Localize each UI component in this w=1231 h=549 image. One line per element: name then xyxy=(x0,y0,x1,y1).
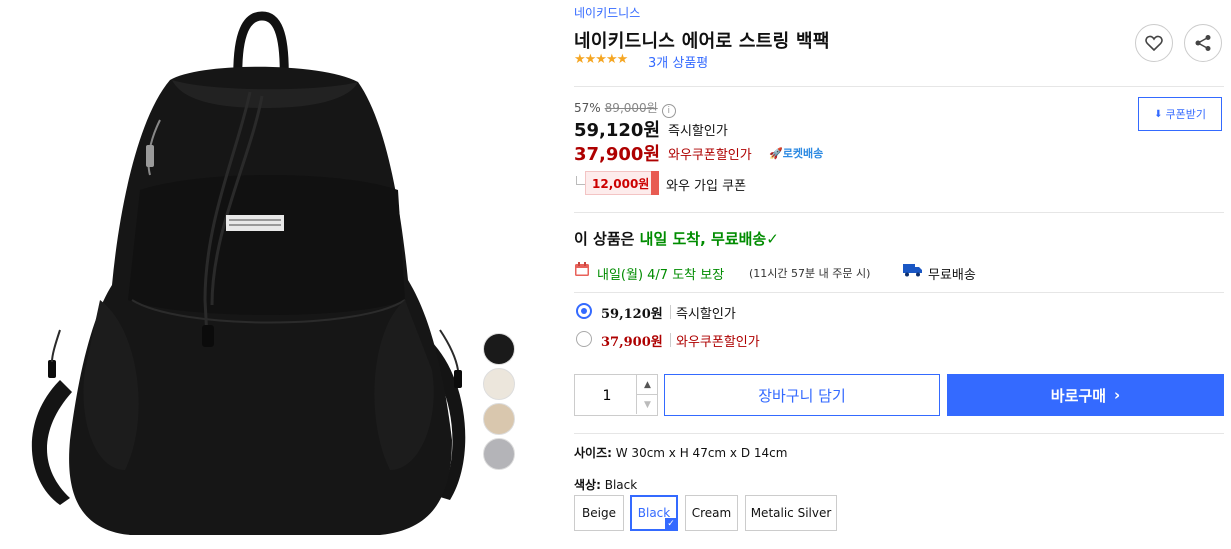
check-icon: ✓ xyxy=(766,230,779,248)
discount-rate: 57% xyxy=(574,101,601,115)
chevron-right-icon: › xyxy=(1114,386,1121,404)
color-option-beige[interactable]: Beige xyxy=(574,495,624,531)
coupon-tag-edge xyxy=(651,171,659,195)
instant-price: 59,120원 xyxy=(574,120,661,141)
coupon-branch-line xyxy=(576,176,585,185)
info-icon[interactable]: i xyxy=(661,104,676,118)
coupon-text: 와우 가입 쿠폰 xyxy=(666,179,747,194)
swatch-silver[interactable] xyxy=(483,438,515,470)
check-icon: ✓ xyxy=(665,518,677,530)
swatch-beige[interactable] xyxy=(483,403,515,435)
divider xyxy=(574,433,1224,434)
quantity-input[interactable] xyxy=(575,375,639,417)
delivery-headline-prefix: 이 상품은 xyxy=(574,230,635,248)
original-price: 89,000원 xyxy=(604,101,658,115)
rocket-delivery-badge: 🚀로켓배송 xyxy=(769,145,823,161)
free-shipping-label: 무료배송 xyxy=(928,268,976,283)
share-button[interactable] xyxy=(1184,24,1222,62)
option-instant-radio[interactable] xyxy=(576,303,592,319)
wishlist-button[interactable] xyxy=(1135,24,1173,62)
product-image xyxy=(0,0,560,545)
wow-price-label: 와우쿠폰할인가 xyxy=(668,148,752,163)
heart-icon xyxy=(1145,35,1163,51)
size-label: 사이즈: xyxy=(574,446,612,460)
option-separator xyxy=(670,333,671,347)
rocket-icon: 🚀 xyxy=(769,147,783,160)
get-coupon-label: 쿠폰받기 xyxy=(1165,108,1206,121)
color-option-black[interactable]: Black ✓ xyxy=(630,495,678,531)
wow-price: 37,900원 xyxy=(574,144,661,165)
divider xyxy=(574,86,1224,87)
delivery-date: 내일(월) 4/7 도착 보장 xyxy=(597,268,725,283)
chevron-down-icon: ▼ xyxy=(644,399,651,410)
truck-icon xyxy=(903,264,922,277)
color-value: Black xyxy=(604,478,638,492)
add-to-cart-button[interactable]: 장바구니 담기 xyxy=(664,374,940,416)
rocket-label: 로켓배송 xyxy=(782,147,824,160)
instant-price-label: 즉시할인가 xyxy=(668,124,728,139)
calendar-icon xyxy=(575,262,589,276)
swatch-cream[interactable] xyxy=(483,368,515,400)
option-wow-radio[interactable] xyxy=(576,331,592,347)
chevron-up-icon: ▲ xyxy=(644,379,651,390)
rating-stars: ★★★★★ xyxy=(574,52,628,67)
review-count-link[interactable]: 3개 상품평 xyxy=(648,52,708,71)
quantity-stepper: ▲ ▼ xyxy=(574,374,658,417)
option-wow-price: 37,900원 xyxy=(601,335,663,350)
option-wow-label: 와우쿠폰할인가 xyxy=(676,335,760,350)
quantity-increase-button[interactable]: ▲ xyxy=(636,375,658,395)
product-title: 네이키드니스 에어로 스트링 백팩 xyxy=(574,31,830,52)
buy-now-button[interactable]: 바로구매 › xyxy=(947,374,1224,416)
color-label: 색상: xyxy=(574,478,601,492)
delivery-headline: 이 상품은 내일 도착, 무료배송✓ xyxy=(574,228,779,249)
divider xyxy=(574,292,1224,293)
option-instant-price: 59,120원 xyxy=(601,307,663,322)
size-value: W 30cm x H 47cm x D 14cm xyxy=(615,446,788,460)
swatch-black[interactable] xyxy=(483,333,515,365)
get-coupon-button[interactable]: ⬇ 쿠폰받기 xyxy=(1138,97,1222,131)
download-icon: ⬇ xyxy=(1154,108,1163,120)
delivery-deadline: (11시간 57분 내 주문 시) xyxy=(749,267,871,280)
color-row: 색상: Black xyxy=(574,476,637,493)
buy-now-label: 바로구매 xyxy=(1050,386,1106,405)
color-option-metalic-silver[interactable]: Metalic Silver xyxy=(745,495,837,531)
quantity-decrease-button[interactable]: ▼ xyxy=(636,395,658,414)
option-separator xyxy=(670,305,671,319)
coupon-amount: 12,000원 xyxy=(585,171,657,195)
delivery-headline-highlight: 내일 도착, 무료배송 xyxy=(639,230,767,248)
option-instant-label: 즉시할인가 xyxy=(676,307,736,322)
brand-link[interactable]: 네이키드니스 xyxy=(574,4,640,21)
color-option-cream[interactable]: Cream xyxy=(685,495,738,531)
divider xyxy=(574,212,1224,213)
size-row: 사이즈: W 30cm x H 47cm x D 14cm xyxy=(574,444,787,461)
share-icon xyxy=(1195,35,1211,51)
